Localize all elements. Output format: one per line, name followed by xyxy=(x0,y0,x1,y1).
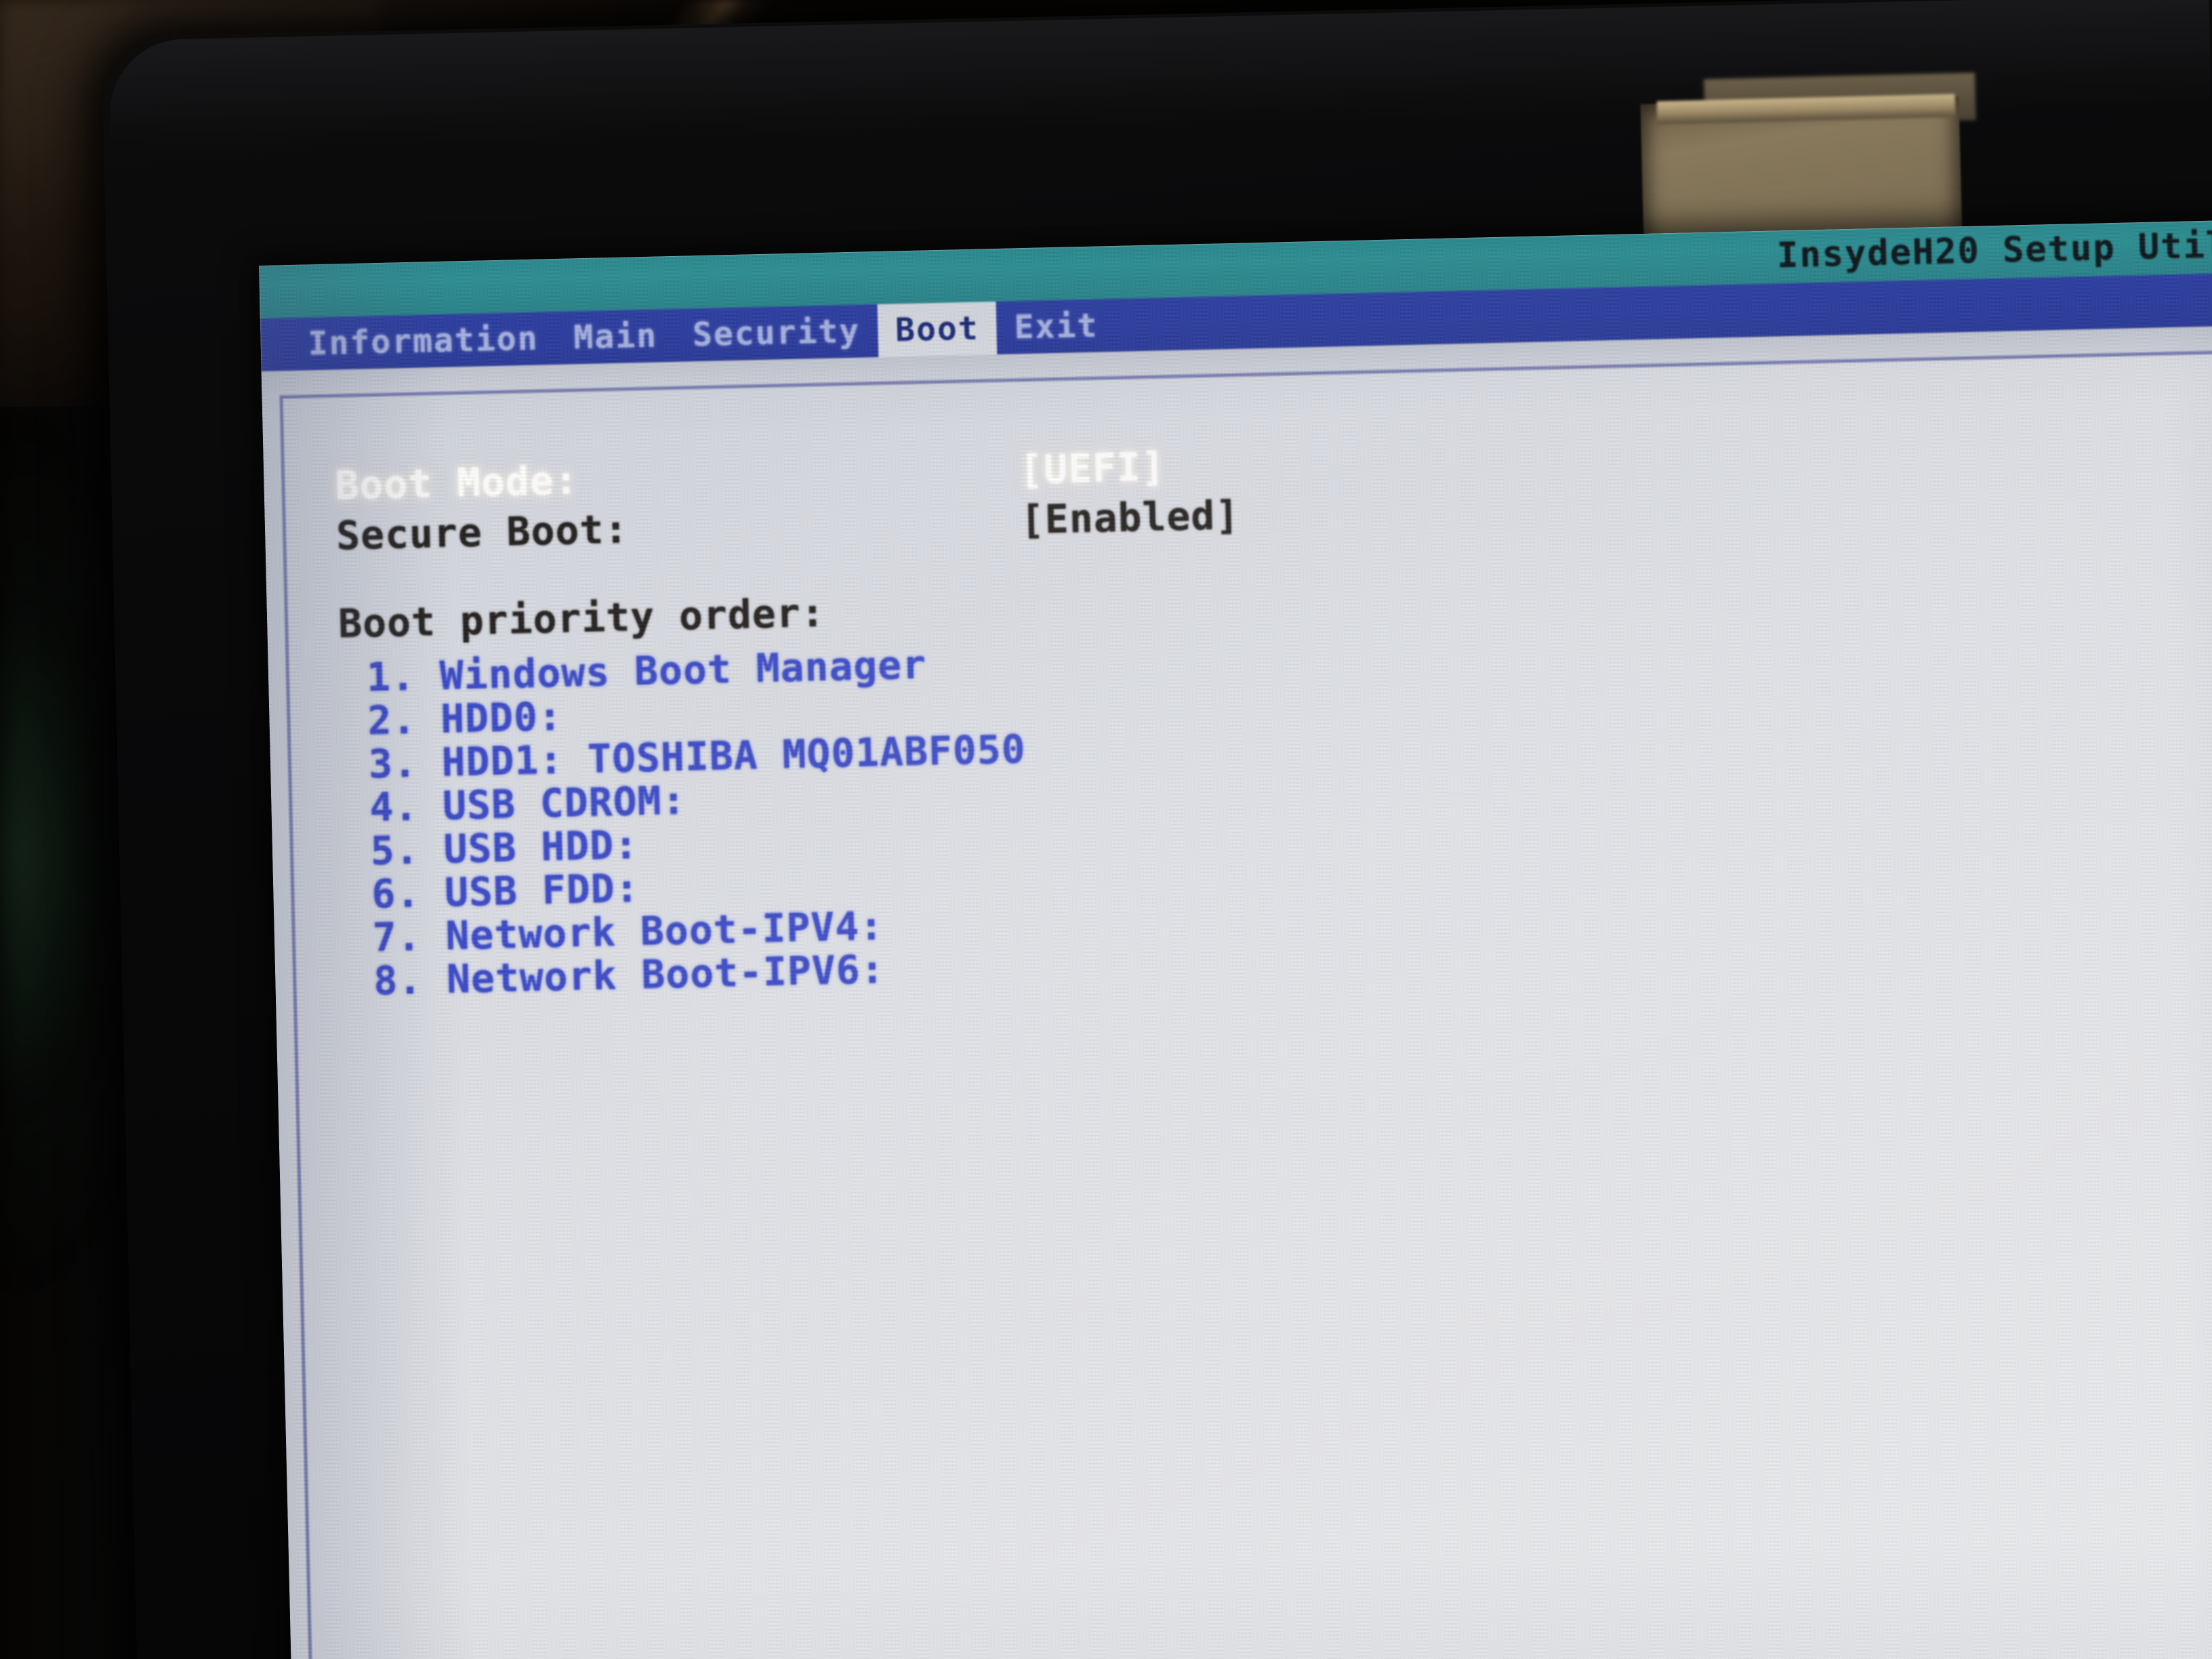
tab-boot-label: Boot xyxy=(895,309,980,350)
content-panel-inner: Boot Mode: [UEFI] Secure Boot: [Enabled]… xyxy=(283,352,2212,1659)
tab-main-label: Main xyxy=(573,316,658,357)
bios-screen: InsydeH20 Setup Utility Information Main… xyxy=(259,218,2212,1659)
boot-priority-list[interactable]: 1. Windows Boot Manager 2. HDD0: 3. HDD1… xyxy=(366,609,2212,1004)
content-panel: Boot Mode: [UEFI] Secure Boot: [Enabled]… xyxy=(279,348,2212,1659)
tab-security[interactable]: Security xyxy=(674,304,878,362)
bios-content-layer: InsydeH20 Setup Utility Information Main… xyxy=(259,218,2212,1659)
tab-information[interactable]: Information xyxy=(290,312,557,371)
tab-information-label: Information xyxy=(308,319,539,363)
tab-exit-label: Exit xyxy=(1014,306,1099,347)
laptop-screen: InsydeH20 Setup Utility Information Main… xyxy=(259,218,2212,1659)
secure-boot-value[interactable]: [Enabled] xyxy=(1020,492,1240,543)
tab-exit[interactable]: Exit xyxy=(996,299,1116,354)
app-title: InsydeH20 Setup Utility xyxy=(1776,223,2212,276)
tab-main[interactable]: Main xyxy=(556,309,676,365)
tab-security-label: Security xyxy=(692,312,861,354)
tab-boot[interactable]: Boot xyxy=(877,301,998,357)
boot-mode-value[interactable]: [UEFI] xyxy=(1019,443,1166,493)
